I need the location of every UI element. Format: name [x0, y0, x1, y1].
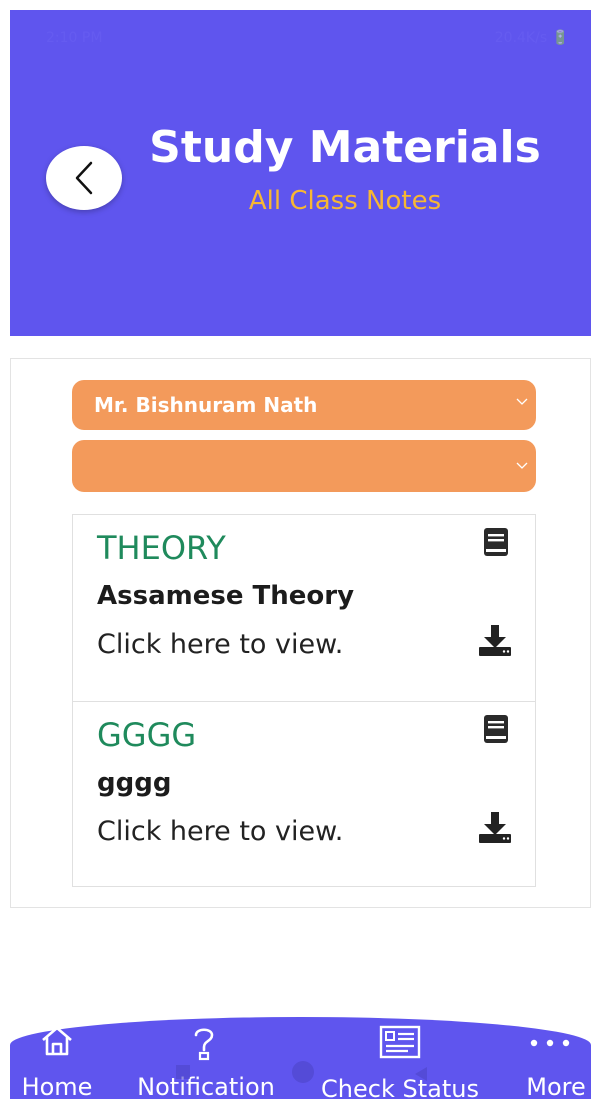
home-icon [42, 1026, 72, 1056]
status-time: 2:10 PM [46, 30, 103, 46]
more-dots-icon [530, 1039, 570, 1047]
nav-more[interactable]: More [510, 1017, 590, 1099]
chevron-left-icon [75, 161, 93, 195]
note-item[interactable]: GGGG gggg Click here to view. [73, 701, 535, 887]
download-icon[interactable] [477, 623, 513, 657]
nav-home[interactable]: Home [14, 1017, 100, 1099]
system-back-button[interactable] [415, 1067, 427, 1081]
note-item[interactable]: THEORY Assamese Theory Click here to vie… [73, 515, 535, 701]
chevron-down-icon [516, 462, 528, 469]
note-subject: Assamese Theory [97, 581, 355, 611]
system-home-button[interactable] [292, 1061, 314, 1083]
status-bar: 2:10 PM 20.4K/s 🔋 [10, 10, 591, 84]
status-board-icon [379, 1025, 421, 1059]
study-materials-screen: 2:10 PM 20.4K/s 🔋 Study Materials All Cl… [0, 0, 591, 1099]
question-icon [194, 1028, 214, 1061]
bottom-navigation: Home Notification Check Status More [10, 1017, 591, 1099]
book-icon [484, 528, 508, 556]
back-button[interactable] [46, 146, 122, 210]
download-icon[interactable] [477, 810, 513, 844]
notes-list: THEORY Assamese Theory Click here to vie… [72, 514, 536, 887]
note-subject: gggg [97, 768, 172, 798]
note-category: THEORY [97, 529, 226, 567]
page-subtitle: All Class Notes [248, 186, 442, 216]
page-header: Study Materials All Class Notes [10, 84, 591, 336]
nav-home-label: Home [21, 1073, 93, 1099]
note-view-link[interactable]: Click here to view. [97, 629, 343, 660]
page-title: Study Materials [149, 122, 541, 173]
note-view-link[interactable]: Click here to view. [97, 816, 343, 847]
system-recent-button[interactable] [176, 1065, 190, 1079]
subject-select[interactable] [72, 440, 536, 492]
teacher-select-value: Mr. Bishnuram Nath [94, 393, 318, 417]
nav-more-label: More [526, 1073, 586, 1099]
nav-notification[interactable]: Notification [120, 1017, 288, 1099]
nav-check-status[interactable]: Check Status [302, 1017, 498, 1099]
status-network: 20.4K/s 🔋 [494, 30, 569, 46]
chevron-down-icon [516, 398, 528, 405]
content-card: Mr. Bishnuram Nath THEORY Assamese Theor… [10, 358, 591, 908]
nav-check-status-label: Check Status [321, 1075, 479, 1099]
book-icon [484, 715, 508, 743]
nav-notification-label: Notification [137, 1073, 275, 1099]
note-category: GGGG [97, 716, 197, 754]
teacher-select[interactable]: Mr. Bishnuram Nath [72, 380, 536, 430]
